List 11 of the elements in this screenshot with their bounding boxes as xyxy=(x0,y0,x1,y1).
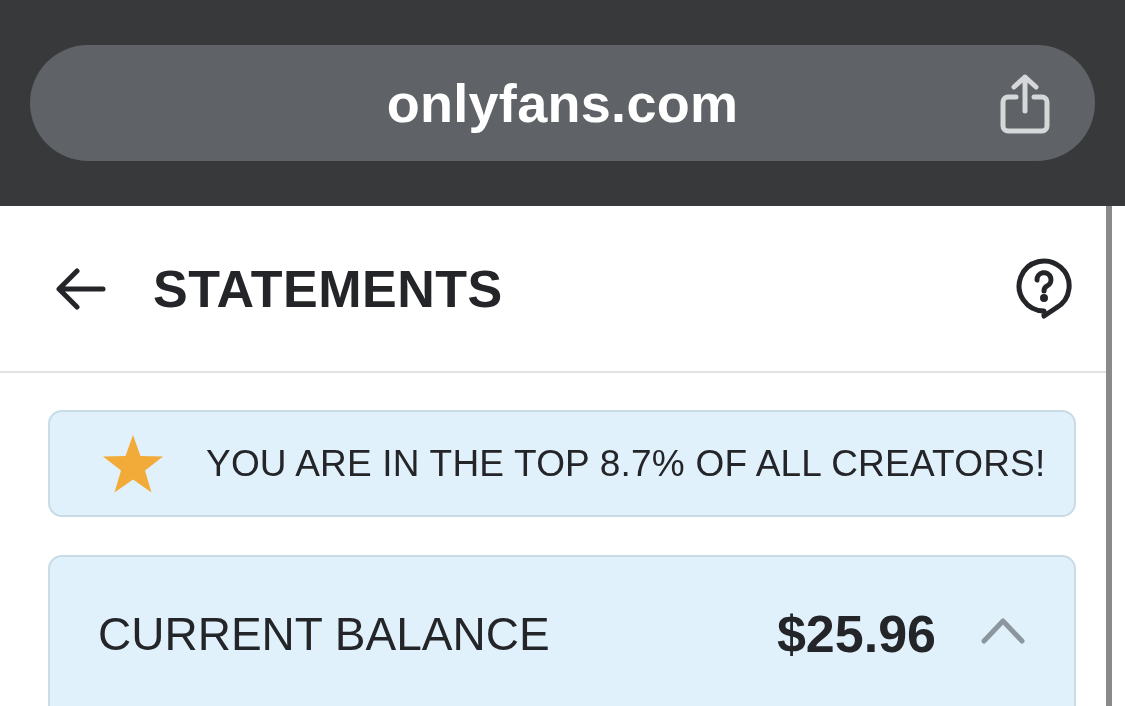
back-arrow-icon[interactable] xyxy=(55,267,107,310)
rank-message: YOU ARE IN THE TOP 8.7% OF ALL CREATORS! xyxy=(206,442,1046,485)
page-title: STATEMENTS xyxy=(153,258,504,319)
address-bar[interactable]: onlyfans.com xyxy=(30,45,1095,161)
balance-label: CURRENT BALANCE xyxy=(98,607,551,661)
url-text: onlyfans.com xyxy=(386,72,739,134)
balance-amount: $25.96 xyxy=(776,607,936,661)
share-icon[interactable] xyxy=(999,73,1051,135)
help-icon[interactable] xyxy=(1016,257,1072,320)
chevron-up-icon[interactable] xyxy=(980,615,1026,645)
star-icon xyxy=(102,433,164,494)
